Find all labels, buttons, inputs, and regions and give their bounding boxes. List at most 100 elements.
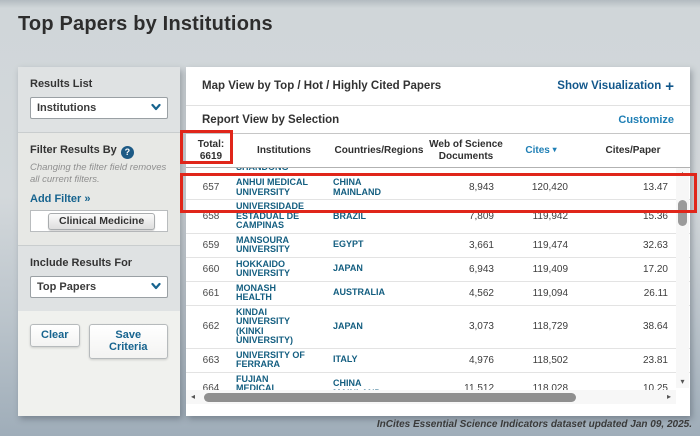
table-row[interactable]: 660 HOKKAIDO UNIVERSITY JAPAN 6,943 119,… <box>186 258 690 282</box>
show-visualization-link[interactable]: Show Visualization + <box>557 79 674 94</box>
map-view-title: Map View by Top / Hot / Highly Cited Pap… <box>202 80 441 92</box>
sidebar-actions: Clear Save Criteria <box>18 311 180 416</box>
scroll-up-icon[interactable]: ▴ <box>676 168 689 180</box>
cites-per-paper-cell: 23.81 <box>576 355 690 366</box>
report-view-bar: Report View by Selection Customize <box>186 106 690 133</box>
vertical-scrollbar-thumb[interactable] <box>678 200 687 226</box>
include-results-section: Include Results For Top Papers <box>18 245 180 311</box>
documents-cell: 4,976 <box>426 355 506 366</box>
page-title: Top Papers by Institutions <box>18 13 273 36</box>
country-cell: AUSTRALIA <box>332 288 426 298</box>
rank-cell: 663 <box>186 355 236 366</box>
table-body: SHANDONG UNIVERSITY 657 ANHUI MEDICAL UN… <box>186 168 690 390</box>
rank-cell: 664 <box>186 383 236 390</box>
country-cell: CHINA MAINLAND <box>332 379 426 390</box>
column-header-institutions[interactable]: Institutions <box>236 145 332 157</box>
institution-link[interactable]: FUJIAN MEDICAL UNIVERSITY <box>236 375 332 391</box>
column-header-cites-sorted[interactable]: Cites ▾ <box>506 145 576 157</box>
results-list-label: Results List <box>30 78 168 90</box>
table-row[interactable]: 657 ANHUI MEDICAL UNIVERSITY CHINA MAINL… <box>186 176 690 200</box>
institution-link[interactable]: KINDAI UNIVERSITY (KINKI UNIVERSITY) <box>236 308 332 346</box>
results-list-selected-value: Institutions <box>37 102 96 114</box>
institution-link[interactable]: HOKKAIDO UNIVERSITY <box>236 260 332 279</box>
column-header-countries[interactable]: Countries/Regions <box>332 145 426 157</box>
table-row[interactable]: 664 FUJIAN MEDICAL UNIVERSITY CHINA MAIN… <box>186 373 690 391</box>
country-cell: JAPAN <box>332 322 426 332</box>
results-list-section: Results List Institutions <box>18 67 180 132</box>
cites-per-paper-cell: 32.63 <box>576 240 690 251</box>
include-results-dropdown[interactable]: Top Papers <box>30 276 168 298</box>
filter-chip-clinical-medicine[interactable]: Clinical Medicine <box>48 213 155 230</box>
documents-cell: 3,073 <box>426 321 506 332</box>
report-panel: Map View by Top / Hot / Highly Cited Pap… <box>186 67 690 416</box>
cites-cell: 118,729 <box>506 321 576 332</box>
cites-cell: 119,942 <box>506 211 576 222</box>
institution-link[interactable]: UNIVERSIDADE ESTADUAL DE CAMPINAS <box>236 202 332 231</box>
total-value: 6619 <box>186 151 236 163</box>
cites-per-paper-cell: 38.64 <box>576 321 690 332</box>
report-view-title: Report View by Selection <box>202 114 339 126</box>
cites-cell: 118,502 <box>506 355 576 366</box>
add-filter-link[interactable]: Add Filter » <box>30 193 168 205</box>
rank-cell: 658 <box>186 211 236 222</box>
save-criteria-button[interactable]: Save Criteria <box>89 324 168 359</box>
table-row[interactable]: 663 UNIVERSITY OF FERRARA ITALY 4,976 11… <box>186 349 690 373</box>
rank-cell: 657 <box>186 182 236 193</box>
panel-bottom-gap <box>186 404 690 416</box>
filter-results-label-text: Filter Results By <box>30 144 117 156</box>
cites-per-paper-cell: 13.47 <box>576 182 690 193</box>
table-row[interactable]: 661 MONASH HEALTH AUSTRALIA 4,562 119,09… <box>186 282 690 306</box>
documents-cell: 8,943 <box>426 182 506 193</box>
documents-cell: 3,661 <box>426 240 506 251</box>
total-count: Total: 6619 <box>186 139 236 163</box>
clear-button[interactable]: Clear <box>30 324 80 347</box>
question-mark-icon[interactable]: ? <box>121 146 134 159</box>
table-row[interactable]: 658 UNIVERSIDADE ESTADUAL DE CAMPINAS BR… <box>186 200 690 234</box>
country-cell: EGYPT <box>332 240 426 250</box>
map-view-bar: Map View by Top / Hot / Highly Cited Pap… <box>186 67 690 106</box>
results-list-dropdown[interactable]: Institutions <box>30 97 168 119</box>
caret-down-icon: ▾ <box>553 145 557 154</box>
filters-sidebar: Results List Institutions Filter Results… <box>18 67 180 416</box>
documents-cell: 7,809 <box>426 211 506 222</box>
plus-icon: + <box>665 79 674 94</box>
institution-link[interactable]: MONASH HEALTH <box>236 284 332 303</box>
rank-cell: 660 <box>186 264 236 275</box>
documents-cell: 11,512 <box>426 383 506 390</box>
column-header-documents[interactable]: Web of Science Documents <box>426 139 506 162</box>
table-row[interactable]: 662 KINDAI UNIVERSITY (KINKI UNIVERSITY)… <box>186 306 690 349</box>
scroll-left-icon[interactable]: ◂ <box>186 390 200 404</box>
chevron-down-icon <box>151 278 161 296</box>
table-row[interactable]: 659 MANSOURA UNIVERSITY EGYPT 3,661 119,… <box>186 234 690 258</box>
country-cell: BRAZIL <box>332 212 426 222</box>
dataset-update-note: InCites Essential Science Indicators dat… <box>377 419 692 430</box>
include-results-selected-value: Top Papers <box>37 281 96 293</box>
column-header-cites-per-paper[interactable]: Cites/Paper <box>576 145 690 157</box>
cites-per-paper-cell: 10.25 <box>576 383 690 390</box>
documents-cell: 4,562 <box>426 288 506 299</box>
institution-link[interactable]: UNIVERSITY OF FERRARA <box>236 351 332 370</box>
filter-field[interactable]: Clinical Medicine <box>30 210 168 232</box>
institution-link[interactable]: MANSOURA UNIVERSITY <box>236 236 332 255</box>
table-row-partial[interactable]: SHANDONG UNIVERSITY <box>186 168 690 176</box>
horizontal-scrollbar-thumb[interactable] <box>204 393 576 402</box>
filter-note: Changing the filter field removes all cu… <box>30 162 168 187</box>
cites-per-paper-cell: 17.20 <box>576 264 690 275</box>
horizontal-scrollbar[interactable]: ◂ ▸ <box>186 390 676 404</box>
rank-cell: 662 <box>186 321 236 332</box>
table-header: Total: 6619 Institutions Countries/Regio… <box>186 133 690 168</box>
scroll-right-icon[interactable]: ▸ <box>662 390 676 404</box>
vertical-scrollbar[interactable]: ▴ ▾ <box>676 168 689 388</box>
chevron-down-icon <box>151 99 161 117</box>
institution-name-partial: SHANDONG UNIVERSITY <box>236 168 332 176</box>
cites-cell: 120,420 <box>506 182 576 193</box>
filter-results-section: Filter Results By? Changing the filter f… <box>18 132 180 245</box>
cites-cell: 119,474 <box>506 240 576 251</box>
institution-link[interactable]: ANHUI MEDICAL UNIVERSITY <box>236 178 332 197</box>
customize-link[interactable]: Customize <box>618 114 674 126</box>
show-visualization-label: Show Visualization <box>557 80 661 92</box>
cites-cell: 119,094 <box>506 288 576 299</box>
country-cell: JAPAN <box>332 264 426 274</box>
filter-results-label: Filter Results By? <box>30 144 168 159</box>
scroll-down-icon[interactable]: ▾ <box>676 376 689 388</box>
